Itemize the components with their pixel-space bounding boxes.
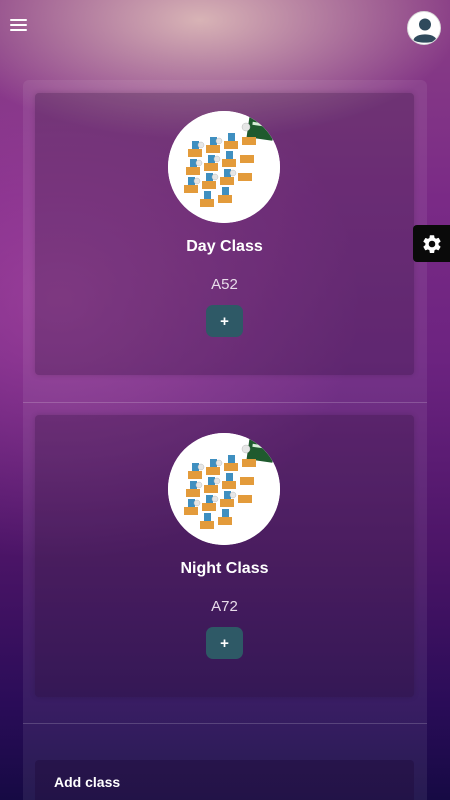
class-title: Day Class [186, 238, 263, 255]
card-divider [23, 402, 427, 403]
profile-avatar-icon[interactable] [407, 11, 441, 45]
gear-icon[interactable] [413, 225, 450, 262]
class-card-night[interactable]: Night Class A72 + [35, 415, 414, 697]
class-title: Night Class [180, 560, 269, 577]
classroom-image [168, 111, 280, 223]
card-divider [23, 723, 427, 724]
add-button[interactable]: + [206, 627, 243, 659]
add-class-button[interactable]: Add class [35, 760, 414, 800]
add-button[interactable]: + [206, 305, 243, 337]
classroom-image [168, 433, 280, 545]
class-code: A72 [211, 598, 238, 615]
hamburger-menu-icon[interactable] [10, 16, 32, 38]
class-card-day[interactable]: Day Class A52 + [35, 93, 414, 375]
class-code: A52 [211, 276, 238, 293]
top-app-bar [0, 0, 450, 56]
add-class-label: Add class [54, 774, 121, 790]
